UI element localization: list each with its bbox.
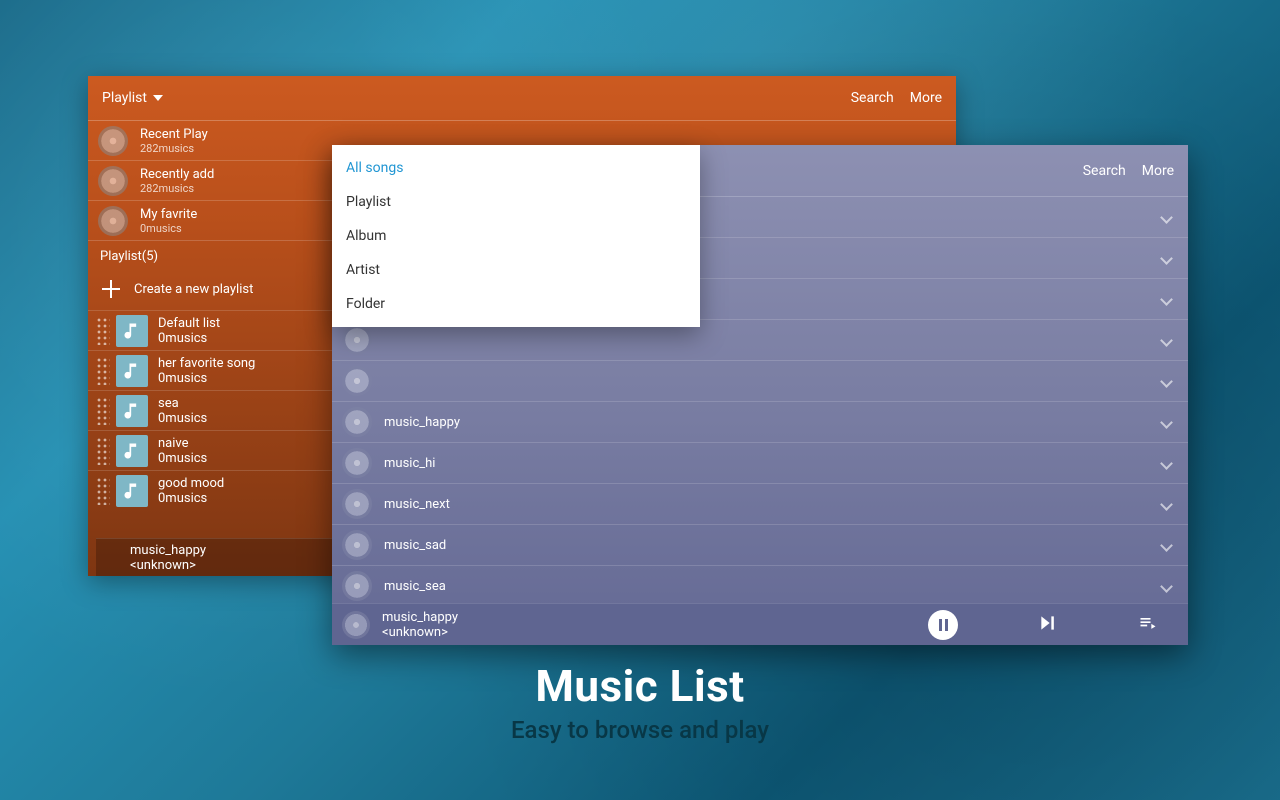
- track-title: music_happy: [384, 415, 460, 430]
- search-button[interactable]: Search: [851, 90, 894, 106]
- music-note-icon: [116, 315, 148, 347]
- music-note-icon: [116, 475, 148, 507]
- track-row[interactable]: music_next: [332, 484, 1188, 525]
- track-title: music_sad: [384, 538, 446, 553]
- playlist-count: 0musics: [158, 451, 207, 466]
- music-note-icon: [116, 435, 148, 467]
- drag-handle-icon[interactable]: [96, 437, 110, 465]
- orange-header: Playlist Search More: [88, 76, 956, 121]
- search-button[interactable]: Search: [1083, 163, 1126, 179]
- playlist-title: sea: [158, 396, 207, 411]
- caption-title: Music List: [0, 660, 1280, 712]
- chevron-down-icon[interactable]: [1160, 334, 1172, 346]
- chevron-down-icon[interactable]: [1160, 416, 1172, 428]
- now-playing-title: music_happy: [130, 543, 206, 558]
- list-item-count: 282musics: [140, 182, 214, 195]
- playlist-title: naive: [158, 436, 207, 451]
- category-menu-item[interactable]: All songs: [332, 151, 700, 185]
- list-item-title: Recently add: [140, 167, 214, 182]
- playlist-title: Default list: [158, 316, 220, 331]
- disc-icon: [342, 366, 372, 396]
- now-playing-artist: <unknown>: [382, 625, 458, 640]
- queue-button[interactable]: [1138, 613, 1158, 637]
- drag-handle-icon[interactable]: [96, 357, 110, 385]
- chevron-down-icon[interactable]: [1160, 252, 1172, 264]
- disc-icon: [102, 544, 130, 572]
- now-playing-artist: <unknown>: [130, 558, 206, 573]
- disc-icon: [342, 448, 372, 478]
- disc-icon: [342, 530, 372, 560]
- playlist-count: 0musics: [158, 411, 207, 426]
- playlist-title: good mood: [158, 476, 224, 491]
- disc-icon: [98, 126, 128, 156]
- chevron-down-icon[interactable]: [1160, 211, 1172, 223]
- category-menu-item[interactable]: Folder: [332, 287, 700, 321]
- more-button[interactable]: More: [1142, 163, 1174, 179]
- disc-icon: [342, 489, 372, 519]
- music-note-icon: [116, 355, 148, 387]
- track-row[interactable]: music_sea: [332, 566, 1188, 603]
- now-playing-title: music_happy: [382, 610, 458, 625]
- chevron-down-icon: [153, 95, 163, 101]
- more-button[interactable]: More: [910, 90, 942, 106]
- track-row[interactable]: music_hi: [332, 443, 1188, 484]
- track-title: music_sea: [384, 579, 446, 594]
- caption-subtitle: Easy to browse and play: [0, 716, 1280, 744]
- pause-button[interactable]: [928, 610, 958, 640]
- track-row[interactable]: [332, 361, 1188, 402]
- track-row[interactable]: music_sad: [332, 525, 1188, 566]
- drag-handle-icon[interactable]: [96, 317, 110, 345]
- category-menu-item[interactable]: Artist: [332, 253, 700, 287]
- plus-icon: [102, 280, 120, 298]
- playlist-count: 0musics: [158, 491, 224, 506]
- playlist-count: 0musics: [158, 331, 220, 346]
- playlist-title: her favorite song: [158, 356, 255, 371]
- list-item-count: 0musics: [140, 222, 197, 235]
- promo-caption: Music List Easy to browse and play: [0, 660, 1280, 744]
- category-label: Playlist: [102, 90, 147, 106]
- category-menu-item[interactable]: Album: [332, 219, 700, 253]
- track-row[interactable]: music_happy: [332, 402, 1188, 443]
- category-menu-item[interactable]: Playlist: [332, 185, 700, 219]
- chevron-down-icon[interactable]: [1160, 539, 1172, 551]
- chevron-down-icon[interactable]: [1160, 375, 1172, 387]
- disc-icon: [342, 611, 370, 639]
- track-title: music_next: [384, 497, 450, 512]
- chevron-down-icon[interactable]: [1160, 498, 1172, 510]
- disc-icon: [342, 407, 372, 437]
- disc-icon: [342, 325, 372, 355]
- drag-handle-icon[interactable]: [96, 477, 110, 505]
- category-dropdown[interactable]: Playlist: [102, 90, 163, 106]
- disc-icon: [98, 166, 128, 196]
- now-playing-bar[interactable]: music_happy <unknown>: [332, 603, 1188, 645]
- create-playlist-label: Create a new playlist: [134, 282, 253, 297]
- list-item-title: Recent Play: [140, 127, 208, 142]
- track-title: music_hi: [384, 456, 435, 471]
- music-note-icon: [116, 395, 148, 427]
- drag-handle-icon[interactable]: [96, 397, 110, 425]
- next-button[interactable]: [1038, 613, 1058, 637]
- list-item-count: 282musics: [140, 142, 208, 155]
- category-menu: All songsPlaylistAlbumArtistFolder: [332, 145, 700, 327]
- list-item-title: My favrite: [140, 207, 197, 222]
- chevron-down-icon[interactable]: [1160, 293, 1172, 305]
- disc-icon: [342, 571, 372, 601]
- chevron-down-icon[interactable]: [1160, 580, 1172, 592]
- chevron-down-icon[interactable]: [1160, 457, 1172, 469]
- disc-icon: [98, 206, 128, 236]
- playlist-count: 0musics: [158, 371, 255, 386]
